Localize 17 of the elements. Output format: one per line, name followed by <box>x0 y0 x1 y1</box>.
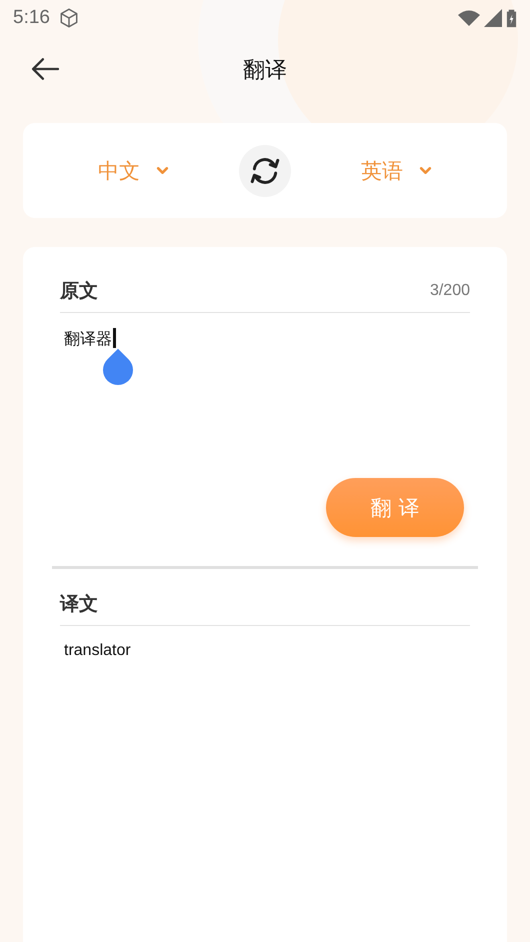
page-title: 翻译 <box>243 57 287 85</box>
chevron-down-icon <box>419 166 432 175</box>
source-label: 原文 <box>60 278 98 304</box>
signal-icon <box>484 8 502 26</box>
back-arrow-icon <box>31 57 59 81</box>
wifi-icon <box>458 10 480 26</box>
status-time: 5:16 <box>13 6 50 28</box>
cube-icon <box>58 6 80 28</box>
character-count: 3/200 <box>430 282 470 300</box>
translate-button[interactable]: 翻 译 <box>326 478 464 537</box>
chevron-down-icon <box>156 166 169 175</box>
target-language-dropdown[interactable]: 英语 <box>361 156 432 184</box>
source-text-field[interactable]: 翻译器 <box>60 313 470 478</box>
result-label: 译文 <box>60 592 98 616</box>
result-text: translator <box>63 641 132 661</box>
source-language-dropdown[interactable]: 中文 <box>98 156 169 184</box>
back-button[interactable] <box>31 57 59 81</box>
